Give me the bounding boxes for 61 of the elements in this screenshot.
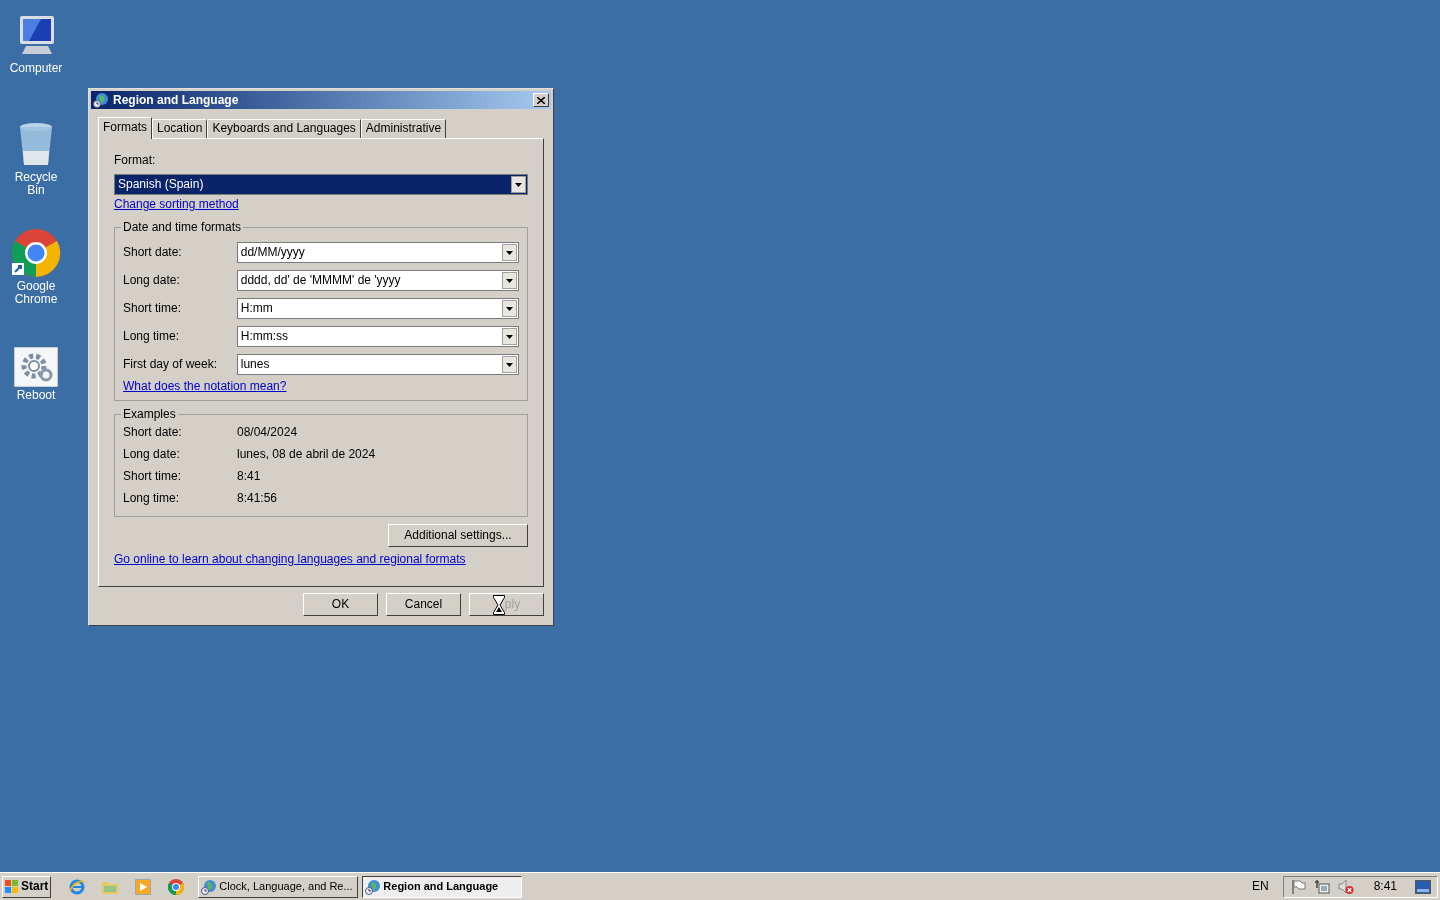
tab[interactable]: Keyboards and Languages xyxy=(207,119,361,138)
dropdown-field[interactable]: H:mm xyxy=(236,298,519,319)
field-label: Long time: xyxy=(123,329,181,344)
example-value: lunes, 08 de abril de 2024 xyxy=(237,447,376,462)
dialog-button[interactable]: OK xyxy=(303,593,378,616)
globe-icon xyxy=(93,92,109,108)
dropdown-field[interactable]: dddd, dd' de 'MMMM' de 'yyyy xyxy=(236,270,519,291)
field-label: First day of week: xyxy=(123,357,219,372)
notation-link[interactable]: What does the notation mean? xyxy=(123,379,287,394)
globe-icon xyxy=(365,878,382,895)
muted-speaker-icon[interactable] xyxy=(1337,878,1354,895)
tab[interactable]: Formats xyxy=(98,117,152,139)
flag-icon[interactable] xyxy=(1289,878,1306,895)
format-label: Format: xyxy=(114,153,157,168)
example-label: Long time: xyxy=(123,491,181,506)
sorting-method-link[interactable]: Change sorting method xyxy=(114,197,239,212)
field-label: Short date: xyxy=(123,245,183,260)
example-value: 08/04/2024 xyxy=(237,425,298,440)
dropdown-field[interactable]: Spanish (Spain) xyxy=(114,174,528,195)
desktop-icon-label[interactable]: Reboot xyxy=(6,389,66,402)
chrome-icon[interactable] xyxy=(168,878,185,895)
field-label: Short time: xyxy=(123,301,183,316)
globe-icon xyxy=(201,878,218,895)
dropdown-value: Spanish (Spain) xyxy=(117,177,205,192)
additional-settings-button[interactable]: Additional settings... xyxy=(388,524,528,547)
gear-icon xyxy=(14,347,58,387)
dropdown-value: lunes xyxy=(239,357,271,372)
windows-logo-icon xyxy=(5,879,19,894)
dropdown-value: H:mm:ss xyxy=(239,329,290,344)
field-label: Long date: xyxy=(123,273,181,288)
desktop-icon-label[interactable]: Computer xyxy=(6,62,66,75)
example-value: 8:41 xyxy=(237,469,261,484)
chrome-icon xyxy=(11,228,61,278)
language-indicator[interactable]: EN xyxy=(1251,879,1269,894)
show-desktop-icon[interactable] xyxy=(1415,879,1431,894)
dropdown-field[interactable]: lunes xyxy=(236,354,519,375)
taskbar-task[interactable]: Clock, Language, and Re... xyxy=(198,875,359,898)
dropdown-value: H:mm xyxy=(239,301,274,316)
start-button[interactable]: Start xyxy=(2,875,52,898)
example-label: Short date: xyxy=(123,425,183,440)
desktop-icon-label[interactable]: Google Chrome xyxy=(6,280,66,306)
example-label: Long date: xyxy=(123,447,181,462)
desktop-icon-label[interactable]: Recycle Bin xyxy=(6,171,66,197)
dropdown-value: dddd, dd' de 'MMMM' de 'yyyy xyxy=(239,273,402,288)
close-icon xyxy=(537,96,545,104)
window-title: Region and Language xyxy=(113,92,240,108)
dialog-button[interactable]: Cancel xyxy=(386,593,461,616)
dropdown-field[interactable]: H:mm:ss xyxy=(236,326,519,347)
close-button[interactable] xyxy=(533,93,549,107)
network-icon[interactable] xyxy=(1313,878,1330,895)
online-help-link[interactable]: Go online to learn about changing languages and regional formats xyxy=(114,552,466,567)
clock[interactable]: 8:41 xyxy=(1373,879,1397,894)
dropdown-value: dd/MM/yyyy xyxy=(239,245,306,260)
dropdown-field[interactable]: dd/MM/yyyy xyxy=(236,242,519,263)
hourglass-cursor-icon xyxy=(492,594,505,615)
example-label: Short time: xyxy=(123,469,183,484)
group-title: Examples xyxy=(121,407,178,422)
tab[interactable]: Administrative xyxy=(360,119,447,138)
tab[interactable]: Location xyxy=(152,119,208,138)
taskbar-task[interactable]: Region and Language xyxy=(362,875,523,898)
example-value: 8:41:56 xyxy=(237,491,278,506)
